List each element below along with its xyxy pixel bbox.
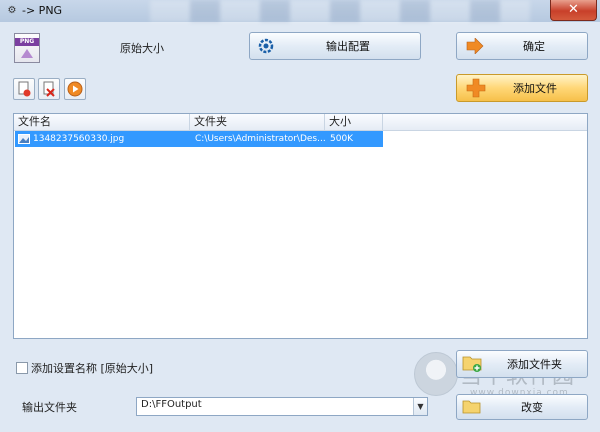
table-row[interactable]: 1348237560330.jpg C:\Users\Administrator…	[15, 131, 383, 147]
output-folder-value: D:\FFOutput	[141, 399, 202, 410]
row-file-name: 1348237560330.jpg	[33, 134, 125, 144]
row-size: 500K	[330, 134, 354, 144]
add-folder-label: 添加文件夹	[507, 358, 562, 371]
ok-button[interactable]: 确定	[456, 32, 588, 60]
plus-icon	[466, 78, 486, 98]
add-setting-name-checkbox[interactable]	[16, 362, 28, 374]
add-setting-name-checkbox-row[interactable]: 添加设置名称 [原始大小]	[16, 360, 153, 376]
output-folder-select[interactable]: D:\FFOutput ▼	[136, 397, 428, 416]
image-file-icon	[18, 134, 30, 144]
add-setting-name-label: 添加设置名称 [原始大小]	[31, 362, 154, 375]
png-format-icon: PNG	[14, 33, 40, 63]
remove-file-button[interactable]	[13, 78, 35, 100]
window-title: -> PNG	[22, 4, 63, 17]
app-menu-icon[interactable]: ⚙	[6, 5, 18, 17]
output-size-label: 原始大小	[120, 42, 164, 55]
output-config-label: 输出配置	[326, 40, 370, 53]
add-folder-button[interactable]: 添加文件夹	[456, 350, 588, 378]
play-icon	[67, 81, 83, 97]
arrow-right-icon	[466, 38, 484, 54]
output-folder-label: 输出文件夹	[22, 401, 77, 414]
file-list-header: 文件名 文件夹 大小	[14, 114, 587, 131]
remove-file-icon	[18, 81, 31, 97]
watermark-logo-icon	[414, 352, 458, 396]
row-folder: C:\Users\Administrator\Des...	[195, 134, 325, 144]
ok-label: 确定	[523, 40, 545, 53]
column-header-folder[interactable]: 文件夹	[190, 114, 325, 130]
gear-icon	[258, 38, 274, 54]
title-bar-background	[150, 0, 530, 22]
output-config-button[interactable]: 输出配置	[249, 32, 421, 60]
column-header-name[interactable]: 文件名	[14, 114, 190, 130]
clear-list-icon	[43, 81, 55, 97]
close-button[interactable]: ✕	[550, 0, 597, 21]
change-button[interactable]: 改变	[456, 394, 588, 420]
chevron-down-icon[interactable]: ▼	[413, 398, 427, 415]
title-bar: ⚙ -> PNG ✕	[0, 0, 600, 22]
change-label: 改变	[521, 401, 543, 414]
add-file-label: 添加文件	[513, 82, 557, 95]
clear-list-button[interactable]	[38, 78, 60, 100]
start-button[interactable]	[64, 78, 86, 100]
column-header-size[interactable]: 大小	[325, 114, 383, 130]
folder-icon	[462, 400, 481, 414]
file-list[interactable]: 文件名 文件夹 大小 1348237560330.jpg C:\Users\Ad…	[13, 113, 588, 339]
app-window: ⚙ -> PNG ✕ PNG 原始大小 输出配置 确定 添加文件 文件名 文件夹…	[0, 0, 600, 432]
folder-add-icon	[462, 356, 482, 372]
add-file-button[interactable]: 添加文件	[456, 74, 588, 102]
